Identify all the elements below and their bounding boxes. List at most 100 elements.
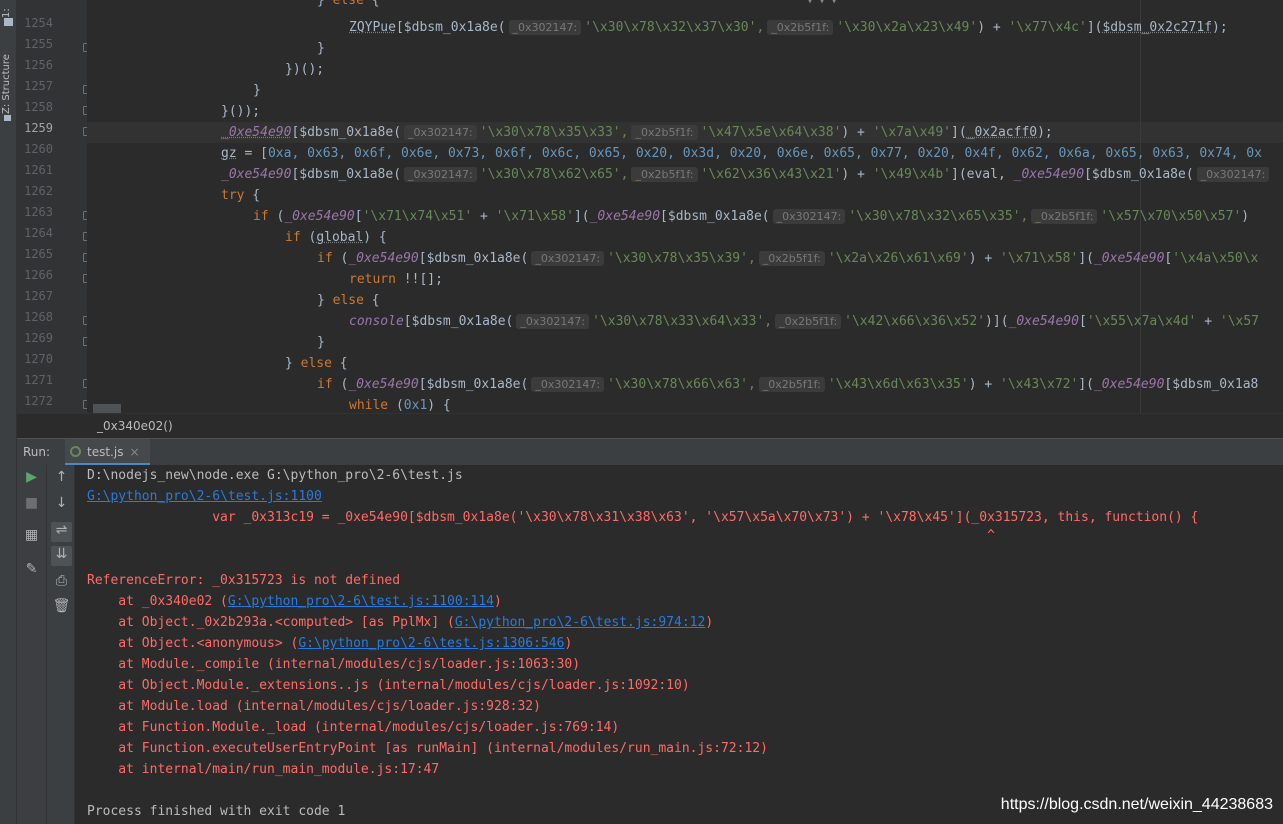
left-tool-strip: 1: Z: Structure [0, 0, 17, 824]
stack-frame-text: at Module.load (internal/modules/cjs/loa… [87, 699, 541, 714]
breadcrumb[interactable]: _0x340e02() [17, 413, 1283, 437]
console-output[interactable]: D:\nodejs_new\node.exe G:\python_pro\2-6… [75, 465, 1283, 824]
code-editor[interactable]: ▾ ▾ ▾ } else { ZQYPue[$dbsm_0x1a8e(_0x30… [87, 0, 1283, 413]
soft-wrap-icon[interactable]: ⇌ [51, 522, 72, 542]
stack-frame-text: at Object.Module._extensions..js (intern… [87, 678, 690, 693]
stack-frame: at Module.load (internal/modules/cjs/loa… [87, 696, 541, 717]
stack-frame-text: at Object._0x2b293a.<computed> [as PplMx… [87, 615, 455, 630]
code-line-1270: } else { [285, 356, 348, 371]
editor-top-toolbar-fragment: ▾ ▾ ▾ [807, 0, 838, 7]
editor-gutter: 1254 1255 1256 1257 1258 1259 1260 1261 1262 1263… [17, 0, 92, 413]
run-tab-test-js[interactable]: test.js × [65, 439, 150, 466]
run-toolbar-right: ↑ ↓ ⇌ ⇊ ⎙ 🗑 [46, 465, 75, 824]
code-line-1255: } [317, 41, 325, 56]
console-error-message: ReferenceError: _0x315723 is not defined [87, 573, 401, 588]
run-label: Run: [23, 445, 51, 459]
param-hint: _0x302147: [404, 125, 477, 140]
stack-frame: at internal/main/run_main_module.js:17:4… [87, 759, 439, 780]
close-icon[interactable]: × [129, 445, 139, 459]
code-line-1262: try { [221, 188, 261, 203]
line-number: 1263 [24, 205, 53, 219]
code-line-1264: if (global) { [285, 230, 387, 245]
line-number: 1271 [24, 373, 53, 387]
stack-frame-text: ) [494, 594, 502, 609]
line-number: 1272 [24, 394, 53, 408]
param-hint: _0x2b5f1f: [775, 314, 842, 329]
line-number: 1268 [24, 310, 53, 324]
line-number: 1264 [24, 226, 53, 240]
line-number: 1256 [24, 58, 53, 72]
stack-frame-link[interactable]: G:\python_pro\2-6\test.js:1100:114 [228, 594, 494, 609]
run-tab-label: test.js [87, 445, 124, 459]
line-number: 1270 [24, 352, 53, 366]
stack-frame-text: at Object.<anonymous> ( [87, 636, 299, 651]
stack-frame: at Object._0x2b293a.<computed> [as PplMx… [87, 612, 713, 633]
param-hint: _0x2b5f1f: [767, 20, 834, 35]
code-line-1261: _0xe54e90[$dbsm_0x1a8e(_0x302147: '\x30\x… [221, 164, 1272, 185]
line-number: 1260 [24, 142, 53, 156]
stack-frame-text: at _0x340e02 ( [87, 594, 228, 609]
stack-frame: at Object.Module._extensions..js (intern… [87, 675, 690, 696]
horizontal-scrollbar-thumb[interactable] [93, 404, 121, 413]
param-hint: _0x302147: [1196, 167, 1270, 182]
code-line-1257: } [253, 83, 261, 98]
run-toolbar-left: ▶ ■ ▦ ✎ [17, 465, 46, 824]
stack-frame-text: at Function.executeUserEntryPoint [as ru… [87, 741, 768, 756]
code-line-1266: return !![]; [349, 272, 443, 287]
code-line-1271: if (_0xe54e90[$dbsm_0x1a8e(_0x302147: '\x… [317, 377, 1259, 392]
stack-frame-text: ) [564, 636, 573, 651]
line-number: 1254 [24, 16, 53, 30]
structure-icon[interactable] [4, 115, 11, 121]
stack-frame: at Function.executeUserEntryPoint [as ru… [87, 738, 768, 759]
code-line-1265: if (_0xe54e90[$dbsm_0x1a8e(_0x302147: '\x… [317, 251, 1259, 266]
param-hint: _0x2b5f1f: [631, 125, 698, 140]
structure-tab[interactable]: Z: Structure [1, 44, 16, 114]
stack-frame-text: at Function.Module._load (internal/modul… [87, 720, 620, 735]
code-line-1267: } else { [317, 293, 380, 308]
watermark: https://blog.csdn.net/weixin_44238683 [1000, 796, 1273, 813]
code-line-1253: } else { [317, 0, 380, 8]
code-line-1269: } [317, 335, 325, 350]
stack-frame: at Object.<anonymous> (G:\python_pro\2-6… [87, 633, 572, 654]
line-number: 1262 [24, 184, 53, 198]
up-arrow-icon[interactable]: ↑ [51, 469, 72, 489]
param-hint: _0x2b5f1f: [758, 377, 825, 392]
code-line-1256: })(); [285, 62, 325, 77]
stack-frame-text: at internal/main/run_main_module.js:17:4… [87, 762, 440, 777]
param-hint: _0x2b5f1f: [1031, 209, 1098, 224]
param-hint: _0x302147: [508, 20, 582, 35]
project-tab[interactable]: 1: [1, 0, 16, 18]
print-icon[interactable]: ⎙ [51, 573, 72, 593]
line-number: 1267 [24, 289, 53, 303]
line-number: 1265 [24, 247, 53, 261]
param-hint: _0x2b5f1f: [758, 251, 825, 266]
line-number: 1257 [24, 79, 53, 93]
stack-frame-text: ) [705, 615, 714, 630]
stack-frame: at _0x340e02 (G:\python_pro\2-6\test.js:… [87, 591, 502, 612]
stop-icon[interactable]: ■ [21, 495, 42, 515]
code-line-1258: }()); [221, 104, 261, 119]
code-line-1259: _0xe54e90[$dbsm_0x1a8e(_0x302147: '\x30\x… [221, 125, 1053, 140]
trash-icon[interactable]: 🗑 [51, 598, 72, 618]
down-arrow-icon[interactable]: ↓ [51, 495, 72, 515]
layout-icon[interactable]: ▦ [21, 527, 42, 547]
line-number: 1255 [24, 37, 53, 51]
line-number: 1261 [24, 163, 53, 177]
pin-icon[interactable]: ✎ [21, 561, 42, 581]
code-line-1268: console[$dbsm_0x1a8e(_0x302147: '\x30\x78… [349, 314, 1260, 329]
scroll-to-end-icon[interactable]: ⇊ [51, 546, 72, 566]
stack-frame-link[interactable]: G:\python_pro\2-6\test.js:1306:546 [298, 636, 564, 651]
console-source-link[interactable]: G:\python_pro\2-6\test.js:1100 [87, 486, 322, 507]
folder-icon[interactable] [4, 18, 13, 26]
line-number: 1259 [24, 121, 53, 135]
param-hint: _0x302147: [772, 209, 846, 224]
param-hint: _0x2b5f1f: [631, 167, 698, 182]
console-command: D:\nodejs_new\node.exe G:\python_pro\2-6… [87, 468, 463, 483]
console-caret: ^ [87, 528, 995, 543]
run-tool-header: Run: test.js × [17, 438, 1283, 466]
stack-frame: at Function.Module._load (internal/modul… [87, 717, 619, 738]
stack-frame: at Module._compile (internal/modules/cjs… [87, 654, 580, 675]
play-icon[interactable]: ▶ [21, 469, 42, 489]
code-line-1260: gz = [0xa, 0x63, 0x6f, 0x6e, 0x73, 0x6f,… [221, 146, 1262, 161]
stack-frame-link[interactable]: G:\python_pro\2-6\test.js:974:12 [455, 615, 705, 630]
